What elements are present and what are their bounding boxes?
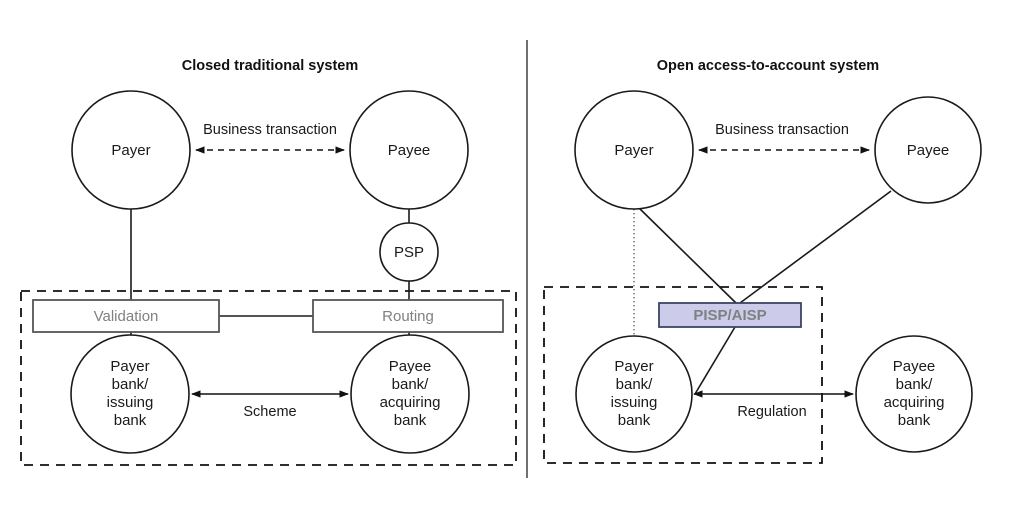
left-routing-label: Routing xyxy=(382,308,434,325)
right-link-payer-to-pisp xyxy=(637,206,737,304)
right-panel-title: Open access-to-account system xyxy=(657,58,879,74)
left-panel: Closed traditional system Payer Payee Bu… xyxy=(20,58,517,466)
right-payer-bank-line-4: bank xyxy=(618,412,651,429)
left-node-payer[interactable]: Payer xyxy=(71,90,191,210)
left-edge-business-transaction: Business transaction xyxy=(195,122,345,154)
left-validation-label: Validation xyxy=(94,308,159,325)
right-payee-bank-line-4: bank xyxy=(898,412,931,429)
right-payee-bank-line-2: bank/ xyxy=(896,376,934,393)
right-business-transaction-label: Business transaction xyxy=(715,122,849,138)
right-edge-regulation: Regulation xyxy=(693,390,854,420)
right-payee-bank-line-3: acquiring xyxy=(884,394,945,411)
diagram-root: Closed traditional system Payer Payee Bu… xyxy=(0,0,1024,508)
payment-systems-diagram: Closed traditional system Payer Payee Bu… xyxy=(20,40,982,478)
left-business-transaction-label: Business transaction xyxy=(203,122,337,138)
left-node-payer-bank[interactable]: Payer bank/ issuing bank xyxy=(70,334,190,454)
left-payer-bank-line-2: bank/ xyxy=(112,376,150,393)
left-node-payee[interactable]: Payee xyxy=(349,90,469,210)
left-payee-bank-line-2: bank/ xyxy=(392,376,430,393)
left-process-box-routing[interactable]: Routing xyxy=(312,299,504,333)
left-payer-label: Payer xyxy=(111,142,150,159)
right-payee-bank-line-1: Payee xyxy=(893,358,936,375)
right-node-payee-bank[interactable]: Payee bank/ acquiring bank xyxy=(855,335,973,453)
right-node-payee[interactable]: Payee xyxy=(874,96,982,204)
right-payer-bank-line-1: Payer xyxy=(614,358,653,375)
left-edge-scheme: Scheme xyxy=(191,390,349,420)
right-link-payee-to-pisp xyxy=(739,190,892,304)
left-scheme-label: Scheme xyxy=(243,404,296,420)
right-payer-bank-line-3: issuing xyxy=(611,394,658,411)
right-link-pisp-to-payer-bank xyxy=(694,326,736,395)
right-node-payer-bank[interactable]: Payer bank/ issuing bank xyxy=(575,335,693,453)
left-payee-bank-line-4: bank xyxy=(394,412,427,429)
left-payer-bank-line-4: bank xyxy=(114,412,147,429)
right-payer-bank-line-2: bank/ xyxy=(616,376,654,393)
left-payer-bank-line-1: Payer xyxy=(110,358,149,375)
right-panel: Open access-to-account system Payer Paye… xyxy=(543,58,982,464)
left-payee-bank-line-3: acquiring xyxy=(380,394,441,411)
right-node-payer[interactable]: Payer xyxy=(574,90,694,210)
right-payee-label: Payee xyxy=(907,142,950,159)
left-process-box-validation[interactable]: Validation xyxy=(32,299,220,333)
right-pisp-aisp-label: PISP/AISP xyxy=(693,307,766,324)
left-node-payee-bank[interactable]: Payee bank/ acquiring bank xyxy=(350,334,470,454)
left-panel-title: Closed traditional system xyxy=(182,58,358,74)
right-payer-label: Payer xyxy=(614,142,653,159)
left-payer-bank-line-3: issuing xyxy=(107,394,154,411)
left-node-psp[interactable]: PSP xyxy=(379,222,439,282)
left-payee-label: Payee xyxy=(388,142,431,159)
left-psp-label: PSP xyxy=(394,244,424,261)
right-regulation-label: Regulation xyxy=(737,404,806,420)
right-process-box-pisp-aisp[interactable]: PISP/AISP xyxy=(658,302,802,328)
right-edge-business-transaction: Business transaction xyxy=(698,122,870,154)
left-payee-bank-line-1: Payee xyxy=(389,358,432,375)
